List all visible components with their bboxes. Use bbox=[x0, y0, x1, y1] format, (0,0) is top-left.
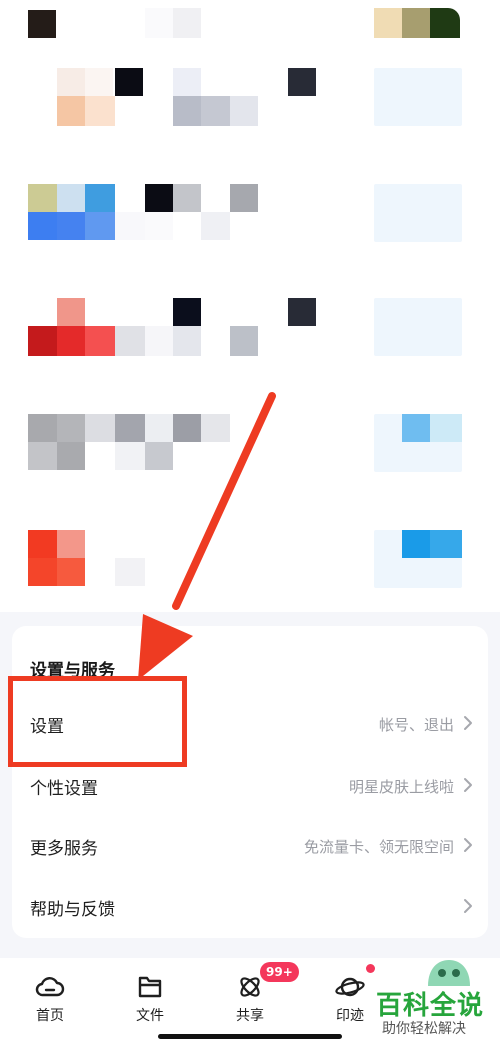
pixel-block bbox=[57, 530, 85, 558]
pixel-block bbox=[115, 558, 145, 586]
more-services-row[interactable]: 更多服务 免流量卡、领无限空间 bbox=[12, 816, 488, 876]
cloud-icon bbox=[35, 977, 65, 997]
pixel-block bbox=[173, 8, 201, 38]
pixel-block bbox=[230, 326, 258, 356]
row-label: 更多服务 bbox=[30, 839, 98, 859]
pixel-block bbox=[173, 414, 201, 442]
atom-icon bbox=[240, 977, 260, 997]
pixel-block bbox=[173, 298, 201, 326]
pixel-block bbox=[85, 68, 113, 96]
pixel-block bbox=[85, 96, 115, 126]
planet-icon bbox=[335, 977, 365, 997]
blurred-content-area bbox=[0, 0, 500, 612]
pixel-block bbox=[28, 326, 57, 356]
pixel-block bbox=[430, 414, 462, 442]
tab-label: 首页 bbox=[36, 1008, 64, 1024]
pixel-block bbox=[57, 184, 85, 212]
pixel-block bbox=[374, 184, 462, 242]
pixel-block bbox=[115, 68, 143, 96]
pixel-block bbox=[28, 10, 56, 38]
avatar-pixels bbox=[374, 8, 402, 38]
pixel-block bbox=[57, 212, 85, 240]
settings-services-card: 设置与服务 设置 帐号、退出 个性设置 明星皮肤上线啦 更多服务 免流量卡、领无… bbox=[12, 626, 488, 938]
row-label: 个性设置 bbox=[30, 779, 98, 799]
tab-share[interactable]: 共享 bbox=[220, 974, 280, 1030]
avatar-pixels bbox=[402, 8, 430, 38]
pixel-block bbox=[85, 414, 115, 442]
pixel-block bbox=[145, 8, 173, 38]
pixel-block bbox=[201, 212, 230, 240]
pixel-block bbox=[402, 530, 430, 558]
help-feedback-row[interactable]: 帮助与反馈 bbox=[12, 877, 488, 937]
pixel-block bbox=[145, 442, 173, 470]
pixel-block bbox=[57, 326, 85, 356]
pixel-block bbox=[145, 414, 173, 442]
pixel-block bbox=[115, 414, 145, 442]
pixel-block bbox=[145, 326, 173, 356]
pixel-block bbox=[173, 184, 201, 212]
pixel-block bbox=[115, 326, 145, 356]
row-hint: 帐号、退出 bbox=[378, 716, 454, 734]
pixel-block bbox=[173, 68, 201, 96]
pixel-block bbox=[28, 530, 57, 558]
pixel-block bbox=[115, 212, 145, 240]
tab-label: 文件 bbox=[136, 1008, 164, 1024]
pixel-block bbox=[28, 212, 57, 240]
pixel-block bbox=[57, 298, 85, 326]
pixel-block bbox=[28, 414, 57, 442]
tab-home[interactable]: 首页 bbox=[20, 974, 80, 1030]
pixel-block bbox=[145, 184, 173, 212]
pixel-block bbox=[28, 442, 57, 470]
pixel-block bbox=[201, 96, 230, 126]
pixel-block bbox=[85, 326, 115, 356]
folder-icon bbox=[138, 976, 162, 998]
pixel-block bbox=[430, 530, 462, 558]
tab-files[interactable]: 文件 bbox=[120, 974, 180, 1030]
pixel-block bbox=[288, 68, 316, 96]
pixel-block bbox=[145, 212, 173, 240]
pixel-block bbox=[201, 414, 230, 442]
pixel-block bbox=[288, 298, 316, 326]
pixel-block bbox=[57, 96, 85, 126]
watermark-subtitle: 助你轻松解决 bbox=[382, 1021, 466, 1037]
row-label: 帮助与反馈 bbox=[30, 900, 115, 920]
chevron-right-icon bbox=[464, 716, 472, 730]
pixel-block bbox=[57, 442, 85, 470]
pixel-block bbox=[374, 298, 462, 356]
pixel-block bbox=[85, 184, 115, 212]
avatar-pixels bbox=[430, 8, 460, 38]
watermark-logo: 百科全说 助你轻松解决 bbox=[366, 960, 500, 1040]
pixel-block bbox=[230, 184, 258, 212]
chevron-right-icon bbox=[464, 778, 472, 792]
chevron-right-icon bbox=[464, 899, 472, 913]
pixel-block bbox=[28, 184, 57, 212]
watermark-title: 百科全说 bbox=[376, 991, 485, 1021]
pixel-block bbox=[173, 326, 201, 356]
tab-label: 共享 bbox=[236, 1008, 264, 1024]
row-hint: 明星皮肤上线啦 bbox=[348, 778, 454, 796]
pixel-block bbox=[374, 68, 462, 126]
home-indicator bbox=[158, 1034, 342, 1039]
annotation-highlight-box bbox=[8, 676, 187, 767]
pixel-block bbox=[57, 68, 85, 96]
share-notification-badge: 99+ bbox=[260, 962, 299, 982]
pixel-block bbox=[85, 212, 115, 240]
pixel-block bbox=[402, 414, 430, 442]
pixel-block bbox=[57, 414, 85, 442]
pixel-block bbox=[115, 442, 145, 470]
row-hint: 免流量卡、领无限空间 bbox=[303, 838, 454, 856]
pixel-block bbox=[230, 96, 258, 126]
mascot-icon bbox=[428, 960, 470, 986]
pixel-block bbox=[28, 558, 57, 586]
pixel-block bbox=[57, 558, 85, 586]
pixel-block bbox=[173, 96, 201, 126]
chevron-right-icon bbox=[464, 838, 472, 852]
